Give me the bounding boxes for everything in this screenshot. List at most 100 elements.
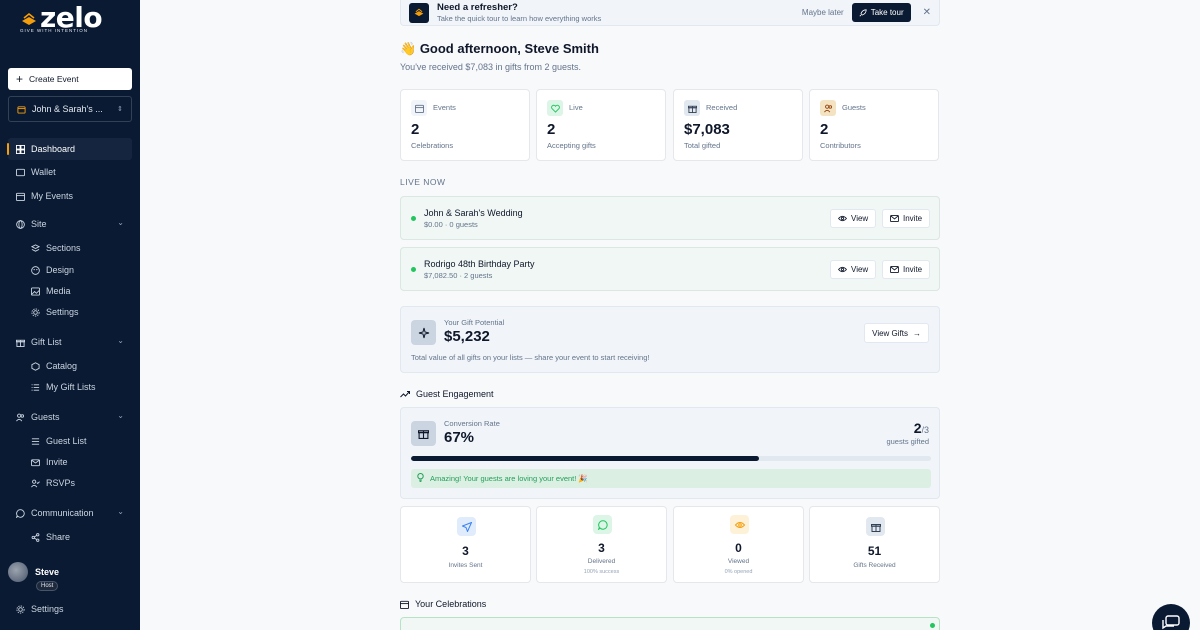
live-indicator [930, 623, 935, 628]
conversion-label: Conversion Rate [444, 419, 500, 428]
metric-label: Invites Sent [448, 562, 483, 569]
sidebar-item-label: Share [46, 532, 71, 542]
sidebar: zelo GIVE WITH INTENTION + Create Event … [0, 0, 140, 630]
stat-card-guests[interactable]: Guests 2 Contributors [809, 89, 939, 161]
invite-label: Invite [903, 214, 923, 223]
gift-potential-card: Your Gift Potential $5,232 Total value o… [400, 306, 940, 373]
stat-card-received[interactable]: Received $7,083 Total gifted [673, 89, 803, 161]
live-event-meta: $0.00 · 0 guests [424, 220, 478, 229]
view-gifts-button[interactable]: View Gifts → [864, 323, 929, 343]
stat-sub: Celebrations [411, 141, 454, 150]
take-tour-button[interactable]: Take tour [851, 3, 911, 22]
view-gifts-label: View Gifts [872, 328, 908, 338]
view-label: View [851, 214, 869, 223]
sidebar-item-wallet[interactable]: Wallet [8, 161, 132, 183]
create-event-button[interactable]: + Create Event [8, 68, 132, 90]
engagement-card: Conversion Rate 67% 2/3 guests gifted Am… [400, 407, 940, 499]
user-check-icon [30, 478, 40, 488]
mail-icon [890, 215, 899, 222]
sidebar-item-label: Communication [31, 508, 94, 518]
sidebar-item-dashboard[interactable]: Dashboard [7, 138, 132, 160]
rocket-icon [859, 8, 867, 16]
sidebar-item-sections[interactable]: Sections [8, 237, 132, 259]
stat-value: 2 [411, 121, 420, 138]
sparkles-icon [411, 320, 436, 345]
users-icon [15, 412, 25, 422]
sidebar-item-label: Guests [31, 412, 60, 422]
engagement-note: Amazing! Your guests are loving your eve… [411, 469, 931, 488]
live-event-meta: $7,082.50 · 2 guests [424, 271, 493, 280]
users-icon [820, 100, 836, 116]
sidebar-item-guests[interactable]: Guests ⌄ [8, 406, 132, 428]
sidebar-item-share[interactable]: Share [8, 526, 132, 548]
palette-icon [30, 265, 40, 275]
sidebar-item-site[interactable]: Site ⌄ [8, 213, 132, 235]
metric-value: 3 [598, 541, 605, 555]
celebration-card[interactable] [400, 617, 940, 630]
metric-value: 0 [735, 541, 742, 555]
sidebar-item-communication[interactable]: Communication ⌄ [8, 502, 132, 524]
role-badge: Host [36, 581, 59, 591]
page-title: 👋 Good afternoon, Steve Smith [400, 41, 599, 57]
calendar-icon [411, 100, 427, 116]
sidebar-item-my-gift-lists[interactable]: My Gift Lists [8, 376, 132, 398]
globe-icon [15, 219, 25, 229]
sidebar-item-invite[interactable]: Invite [8, 451, 132, 473]
list-icon [30, 436, 40, 446]
sidebar-item-my-events[interactable]: My Events [8, 185, 132, 207]
create-event-label: Create Event [29, 74, 79, 84]
stat-card-events[interactable]: Events 2 Celebrations [400, 89, 530, 161]
sidebar-item-site-settings[interactable]: Settings [8, 301, 132, 323]
lightbulb-icon [417, 473, 424, 484]
stat-card-live[interactable]: Live 2 Accepting gifts [536, 89, 666, 161]
message-circle-icon [593, 515, 612, 534]
layers-icon [30, 243, 40, 253]
stat-sub: Contributors [820, 141, 861, 150]
user-profile[interactable]: Steve Host [8, 562, 59, 591]
gifted-total: /3 [921, 425, 929, 435]
metric-sub: 100% success [583, 569, 620, 575]
sidebar-item-label: Settings [46, 307, 79, 317]
chat-button[interactable] [1152, 604, 1190, 630]
tour-banner: Need a refresher? Take the quick tour to… [400, 0, 940, 26]
event-selector[interactable]: John & Sarah's ... ⇕ [8, 96, 132, 122]
mail-icon [30, 457, 40, 467]
invite-button[interactable]: Invite [882, 260, 931, 279]
sidebar-item-design[interactable]: Design [8, 259, 132, 281]
eye-icon [838, 266, 847, 273]
sidebar-item-label: Site [31, 219, 47, 229]
chevron-down-icon: ⌄ [117, 218, 124, 227]
sidebar-item-catalog[interactable]: Catalog [8, 355, 132, 377]
conversion-value: 67% [444, 429, 475, 446]
sidebar-item-guest-list[interactable]: Guest List [8, 430, 132, 452]
maybe-later-button[interactable]: Maybe later [802, 8, 844, 17]
sidebar-item-media[interactable]: Media [8, 280, 132, 302]
metric-value: 51 [867, 544, 882, 558]
sidebar-item-rsvps[interactable]: RSVPs [8, 472, 132, 494]
gear-icon [15, 604, 25, 614]
stat-label: Events [433, 103, 456, 112]
stat-sub: Accepting gifts [547, 141, 596, 150]
live-event-row[interactable]: Rodrigo 48th Birthday Party $7,082.50 · … [400, 247, 940, 291]
chevron-updown-icon: ⇕ [117, 106, 123, 113]
chevron-down-icon: ⌄ [117, 507, 124, 516]
gift-icon [15, 337, 25, 347]
logo-mark-icon [22, 12, 36, 25]
banner-title: Need a refresher? [437, 2, 518, 13]
metric-card-viewed: 0 Viewed 0% opened [673, 506, 804, 583]
sidebar-item-gift-list[interactable]: Gift List ⌄ [8, 331, 132, 353]
live-event-name: John & Sarah's Wedding [424, 208, 523, 218]
celebrations-heading: Your Celebrations [400, 599, 486, 609]
sidebar-item-settings[interactable]: Settings [8, 598, 132, 620]
close-icon[interactable]: ✕ [923, 7, 931, 18]
live-indicator [411, 216, 416, 221]
invite-button[interactable]: Invite [882, 209, 931, 228]
celebrations-heading-text: Your Celebrations [415, 599, 487, 609]
live-event-row[interactable]: John & Sarah's Wedding $0.00 · 0 guests … [400, 196, 940, 240]
stat-value: $7,083 [684, 121, 730, 138]
gifted-label: guests gifted [886, 437, 929, 446]
sidebar-item-label: Dashboard [31, 144, 76, 154]
view-button[interactable]: View [830, 209, 877, 228]
logo[interactable]: zelo [20, 4, 103, 32]
view-button[interactable]: View [830, 260, 877, 279]
